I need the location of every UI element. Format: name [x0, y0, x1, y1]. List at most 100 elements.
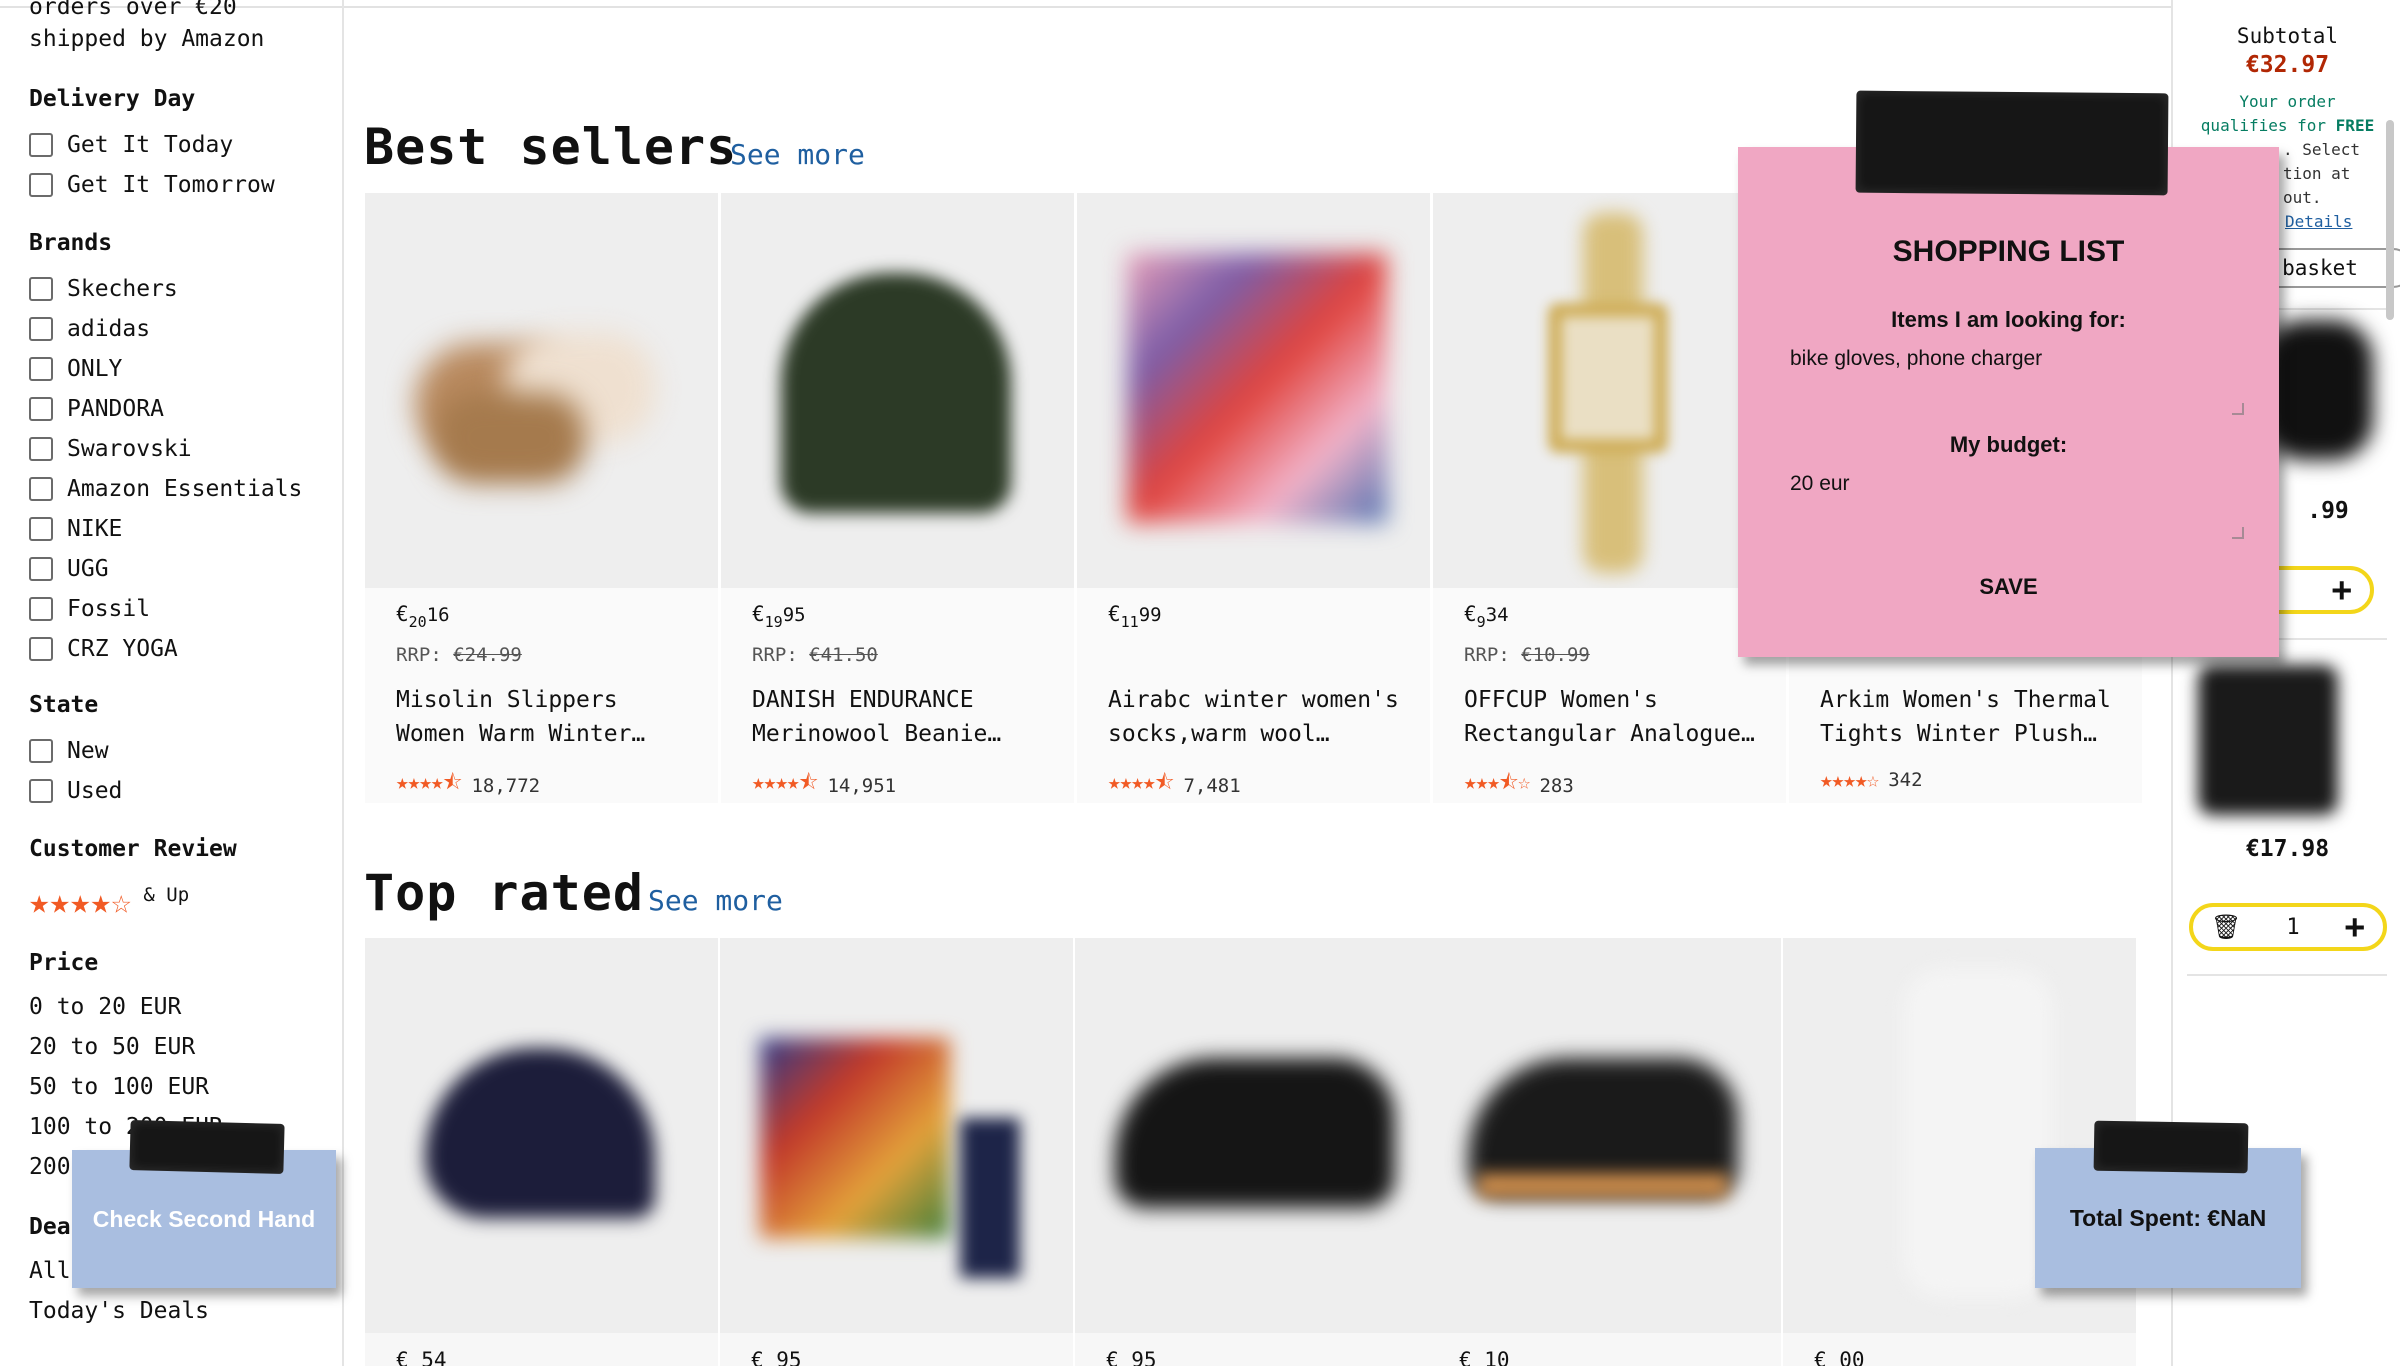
checkbox[interactable]: [29, 173, 53, 197]
product-rating[interactable]: ★★★★⯪ 14,951: [752, 768, 896, 803]
filter-brand-swarovski[interactable]: Swarovski: [29, 434, 192, 464]
product-title[interactable]: Arkim Women's Thermal Tights Winter Plus…: [1820, 683, 2120, 751]
product-info: €2016 RRP: €24.99 Misolin Slippers Women…: [365, 588, 718, 803]
product-rating[interactable]: ★★★★⯪ 18,772: [396, 768, 540, 803]
total-spent-label: Total Spent: €NaN: [2069, 1204, 2267, 1231]
product-image[interactable]: [365, 193, 718, 588]
product-title[interactable]: Misolin Slippers Women Warm Winter…: [396, 683, 696, 751]
filter-brand-adidas[interactable]: adidas: [29, 314, 150, 344]
resize-handle-icon[interactable]: [2232, 527, 2244, 539]
filter-label: New: [67, 738, 109, 764]
divider: [2187, 974, 2387, 976]
filter-get-it-tomorrow[interactable]: Get It Tomorrow: [29, 170, 275, 200]
product-card[interactable]: € 95: [1075, 938, 1428, 1366]
product-price: €2016: [396, 602, 450, 631]
price-range-link[interactable]: 0 to 20 EUR: [29, 994, 181, 1020]
product-card[interactable]: €1995 RRP: €41.50 DANISH ENDURANCE Merin…: [721, 193, 1074, 803]
filter-label: Get It Tomorrow: [67, 172, 275, 198]
checkbox[interactable]: [29, 597, 53, 621]
product-card[interactable]: € 54: [365, 938, 718, 1366]
filter-brand-skechers[interactable]: Skechers: [29, 274, 178, 304]
best-sellers-title: Best sellers: [364, 118, 738, 176]
checkbox[interactable]: [29, 133, 53, 157]
product-card[interactable]: € 95: [720, 938, 1073, 1366]
checkbox[interactable]: [29, 517, 53, 541]
basket-button-label: basket: [2282, 256, 2358, 280]
checkbox[interactable]: [29, 277, 53, 301]
cart-item-price: €17.98: [2245, 836, 2330, 862]
product-image[interactable]: [1428, 938, 1781, 1333]
filter-state-new[interactable]: New: [29, 736, 109, 766]
checkbox[interactable]: [29, 739, 53, 763]
filter-state-used[interactable]: Used: [29, 776, 122, 806]
best-sellers-see-more-link[interactable]: See more: [730, 138, 865, 171]
review-up-label: & Up: [143, 884, 190, 906]
cart-item-image[interactable]: [2263, 320, 2373, 460]
review-count: 342: [1888, 769, 1923, 791]
deals-link-all[interactable]: All: [29, 1258, 71, 1284]
scrollbar[interactable]: [2386, 120, 2394, 320]
filter-brand-only[interactable]: ONLY: [29, 354, 122, 384]
tape-decoration: [1855, 90, 2169, 196]
filter-brand-nike[interactable]: NIKE: [29, 514, 122, 544]
top-rated-see-more-link[interactable]: See more: [648, 884, 783, 917]
product-title[interactable]: OFFCUP Women's Rectangular Analogue…: [1464, 683, 1764, 751]
product-image[interactable]: [1077, 193, 1430, 588]
cart-item-quantity-stepper[interactable]: 🗑 1 +: [2189, 903, 2387, 951]
deals-heading: Dea: [29, 1214, 71, 1240]
filter-brand-fossil[interactable]: Fossil: [29, 594, 150, 624]
product-card[interactable]: €2016 RRP: €24.99 Misolin Slippers Women…: [365, 193, 718, 803]
review-filter-4-up[interactable]: ★ ★ ★ ★ ☆ & Up: [29, 884, 189, 920]
checkbox[interactable]: [29, 317, 53, 341]
checkbox[interactable]: [29, 477, 53, 501]
checkbox[interactable]: [29, 357, 53, 381]
product-image[interactable]: [1433, 193, 1786, 588]
product-rating[interactable]: ★★★⯪☆ 283: [1464, 768, 1574, 803]
product-image[interactable]: [721, 193, 1074, 588]
items-textarea[interactable]: bike gloves, phone charger: [1790, 347, 2240, 415]
filter-brand-ugg[interactable]: UGG: [29, 554, 109, 584]
tape-decoration: [129, 1119, 285, 1175]
product-price: € 54: [396, 1348, 447, 1366]
checkbox[interactable]: [29, 397, 53, 421]
product-image[interactable]: [365, 938, 718, 1333]
free-delivery-line: qualifies for FREE: [2200, 116, 2375, 135]
details-link[interactable]: Details: [2285, 212, 2352, 231]
product-card[interactable]: €1199 Airabc winter women's socks,warm w…: [1077, 193, 1430, 803]
product-rating[interactable]: ★★★★⯪ 7,481: [1108, 768, 1241, 803]
price-range-link[interactable]: 20 to 50 EUR: [29, 1034, 195, 1060]
delivery-day-heading: Delivery Day: [29, 86, 196, 112]
product-card[interactable]: € 10: [1428, 938, 1781, 1366]
product-rating[interactable]: ★★★★☆ 342: [1820, 768, 1923, 792]
checkbox[interactable]: [29, 637, 53, 661]
trash-icon[interactable]: 🗑: [2211, 913, 2241, 941]
cart-item-image[interactable]: [2198, 665, 2338, 815]
checkbox[interactable]: [29, 779, 53, 803]
product-rrp: RRP: €10.99: [1464, 644, 1590, 666]
product-image[interactable]: [720, 938, 1073, 1333]
checkbox[interactable]: [29, 437, 53, 461]
plus-icon[interactable]: +: [2332, 573, 2352, 607]
save-button[interactable]: SAVE: [1738, 574, 2279, 600]
checkbox[interactable]: [29, 557, 53, 581]
star-full-icon: ★: [69, 882, 91, 922]
filter-get-it-today[interactable]: Get It Today: [29, 130, 233, 160]
brands-heading: Brands: [29, 230, 113, 256]
plus-icon[interactable]: +: [2345, 910, 2365, 944]
price-range-link[interactable]: 50 to 100 EUR: [29, 1074, 209, 1100]
filter-brand-pandora[interactable]: PANDORA: [29, 394, 164, 424]
product-title[interactable]: DANISH ENDURANCE Merinowool Beanie…: [752, 683, 1052, 751]
product-image[interactable]: [1075, 938, 1428, 1333]
price-range-link[interactable]: 200: [29, 1154, 71, 1180]
filter-label: Amazon Essentials: [67, 476, 303, 502]
subtotal-value: €32.97: [2245, 52, 2330, 78]
filter-label: Swarovski: [67, 436, 192, 462]
deals-link-today[interactable]: Today's Deals: [29, 1298, 209, 1324]
filter-brand-amazon-essentials[interactable]: Amazon Essentials: [29, 474, 302, 504]
budget-textarea[interactable]: 20 eur: [1790, 472, 2240, 540]
product-title[interactable]: Airabc winter women's socks,warm wool…: [1108, 683, 1408, 751]
product-card[interactable]: €934 RRP: €10.99 OFFCUP Women's Rectangu…: [1433, 193, 1786, 803]
product-price: €1995: [752, 602, 806, 631]
filter-brand-crz-yoga[interactable]: CRZ YOGA: [29, 634, 178, 664]
resize-handle-icon[interactable]: [2232, 403, 2244, 415]
